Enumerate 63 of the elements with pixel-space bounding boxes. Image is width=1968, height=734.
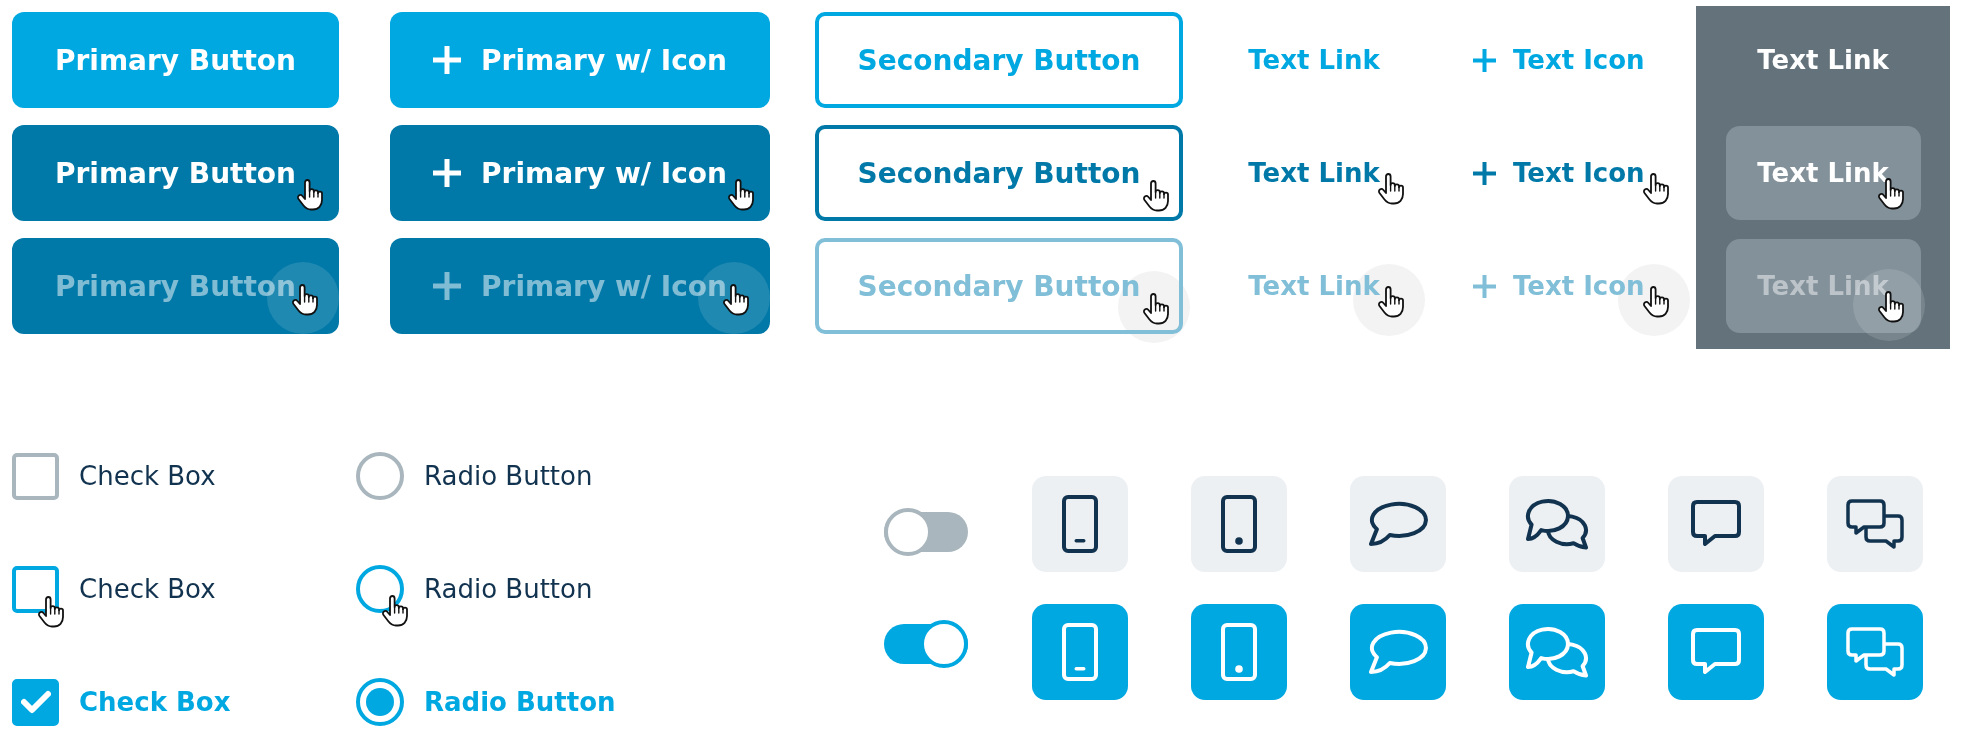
two-speech-bubbles-icon (1525, 626, 1589, 678)
two-square-speech-bubbles-icon (1846, 627, 1904, 677)
hand-cursor-icon (727, 179, 755, 211)
hand-cursor-icon (1641, 173, 1670, 205)
speech-bubble-icon (1367, 501, 1429, 547)
checkbox[interactable] (12, 565, 59, 613)
two-speech-bubbles-icon (1525, 498, 1589, 550)
checkbox-label: Check Box (79, 574, 216, 604)
text-link[interactable]: Text Link (1725, 126, 1921, 220)
plus-icon (1473, 274, 1496, 298)
text-link[interactable]: Text Icon (1473, 40, 1645, 80)
checkbox-label: Check Box (79, 461, 216, 491)
primary-button[interactable]: Primary Button (12, 12, 339, 108)
square-speech-bubble-icon (1691, 500, 1741, 548)
radio-button[interactable] (356, 678, 404, 726)
icon-button[interactable] (1509, 476, 1605, 572)
toggle-switch[interactable] (884, 620, 968, 668)
hand-cursor-icon (1142, 180, 1170, 212)
text-link[interactable]: Text Link (1248, 40, 1380, 80)
mobile-phone-icon (1062, 495, 1098, 553)
radio-label: Radio Button (424, 687, 616, 717)
icon-button[interactable] (1032, 476, 1128, 572)
checkbox[interactable] (12, 452, 59, 500)
toggle-switch[interactable] (884, 508, 968, 556)
text-link[interactable]: Text Link (1725, 239, 1921, 333)
hand-cursor-icon (37, 595, 65, 628)
text-link[interactable]: Text Link (1248, 153, 1380, 193)
primary-button[interactable]: Primary Button (12, 125, 339, 221)
icon-button[interactable] (1191, 476, 1287, 572)
plus-icon (433, 272, 462, 300)
primary-button[interactable]: Primary w/ Icon (390, 238, 770, 334)
primary-button[interactable]: Primary w/ Icon (390, 125, 770, 221)
primary-button[interactable]: Primary Button (12, 238, 339, 334)
text-link[interactable]: Text Icon (1473, 266, 1645, 306)
text-link[interactable]: Text Link (1248, 266, 1380, 306)
plus-icon (1473, 161, 1496, 185)
checkbox[interactable] (12, 678, 59, 726)
hand-cursor-icon (296, 179, 324, 211)
mobile-phone-icon (1062, 623, 1098, 681)
primary-button[interactable]: Primary w/ Icon (390, 12, 770, 108)
radio-label: Radio Button (424, 574, 593, 604)
smartphone-icon (1221, 623, 1257, 681)
square-speech-bubble-icon (1691, 628, 1741, 676)
two-square-speech-bubbles-icon (1846, 499, 1904, 549)
radio-label: Radio Button (424, 461, 593, 491)
checkmark-icon (20, 690, 51, 714)
icon-button[interactable] (1350, 476, 1446, 572)
smartphone-icon (1221, 495, 1257, 553)
text-link[interactable]: Text Icon (1473, 153, 1645, 193)
radio-button[interactable] (356, 452, 404, 500)
radio-button[interactable] (356, 565, 404, 613)
icon-button[interactable] (1668, 476, 1764, 572)
plus-icon (433, 46, 462, 74)
text-link[interactable]: Text Link (1757, 40, 1889, 80)
plus-icon (433, 159, 462, 187)
plus-icon (1473, 48, 1496, 72)
icon-button[interactable] (1827, 476, 1923, 572)
speech-bubble-icon (1367, 629, 1429, 675)
secondary-button[interactable]: Secondary Button (815, 238, 1183, 334)
secondary-button[interactable]: Secondary Button (815, 12, 1183, 108)
hand-cursor-icon (381, 595, 409, 627)
checkbox-label: Check Box (79, 687, 231, 717)
secondary-button[interactable]: Secondary Button (815, 125, 1183, 221)
